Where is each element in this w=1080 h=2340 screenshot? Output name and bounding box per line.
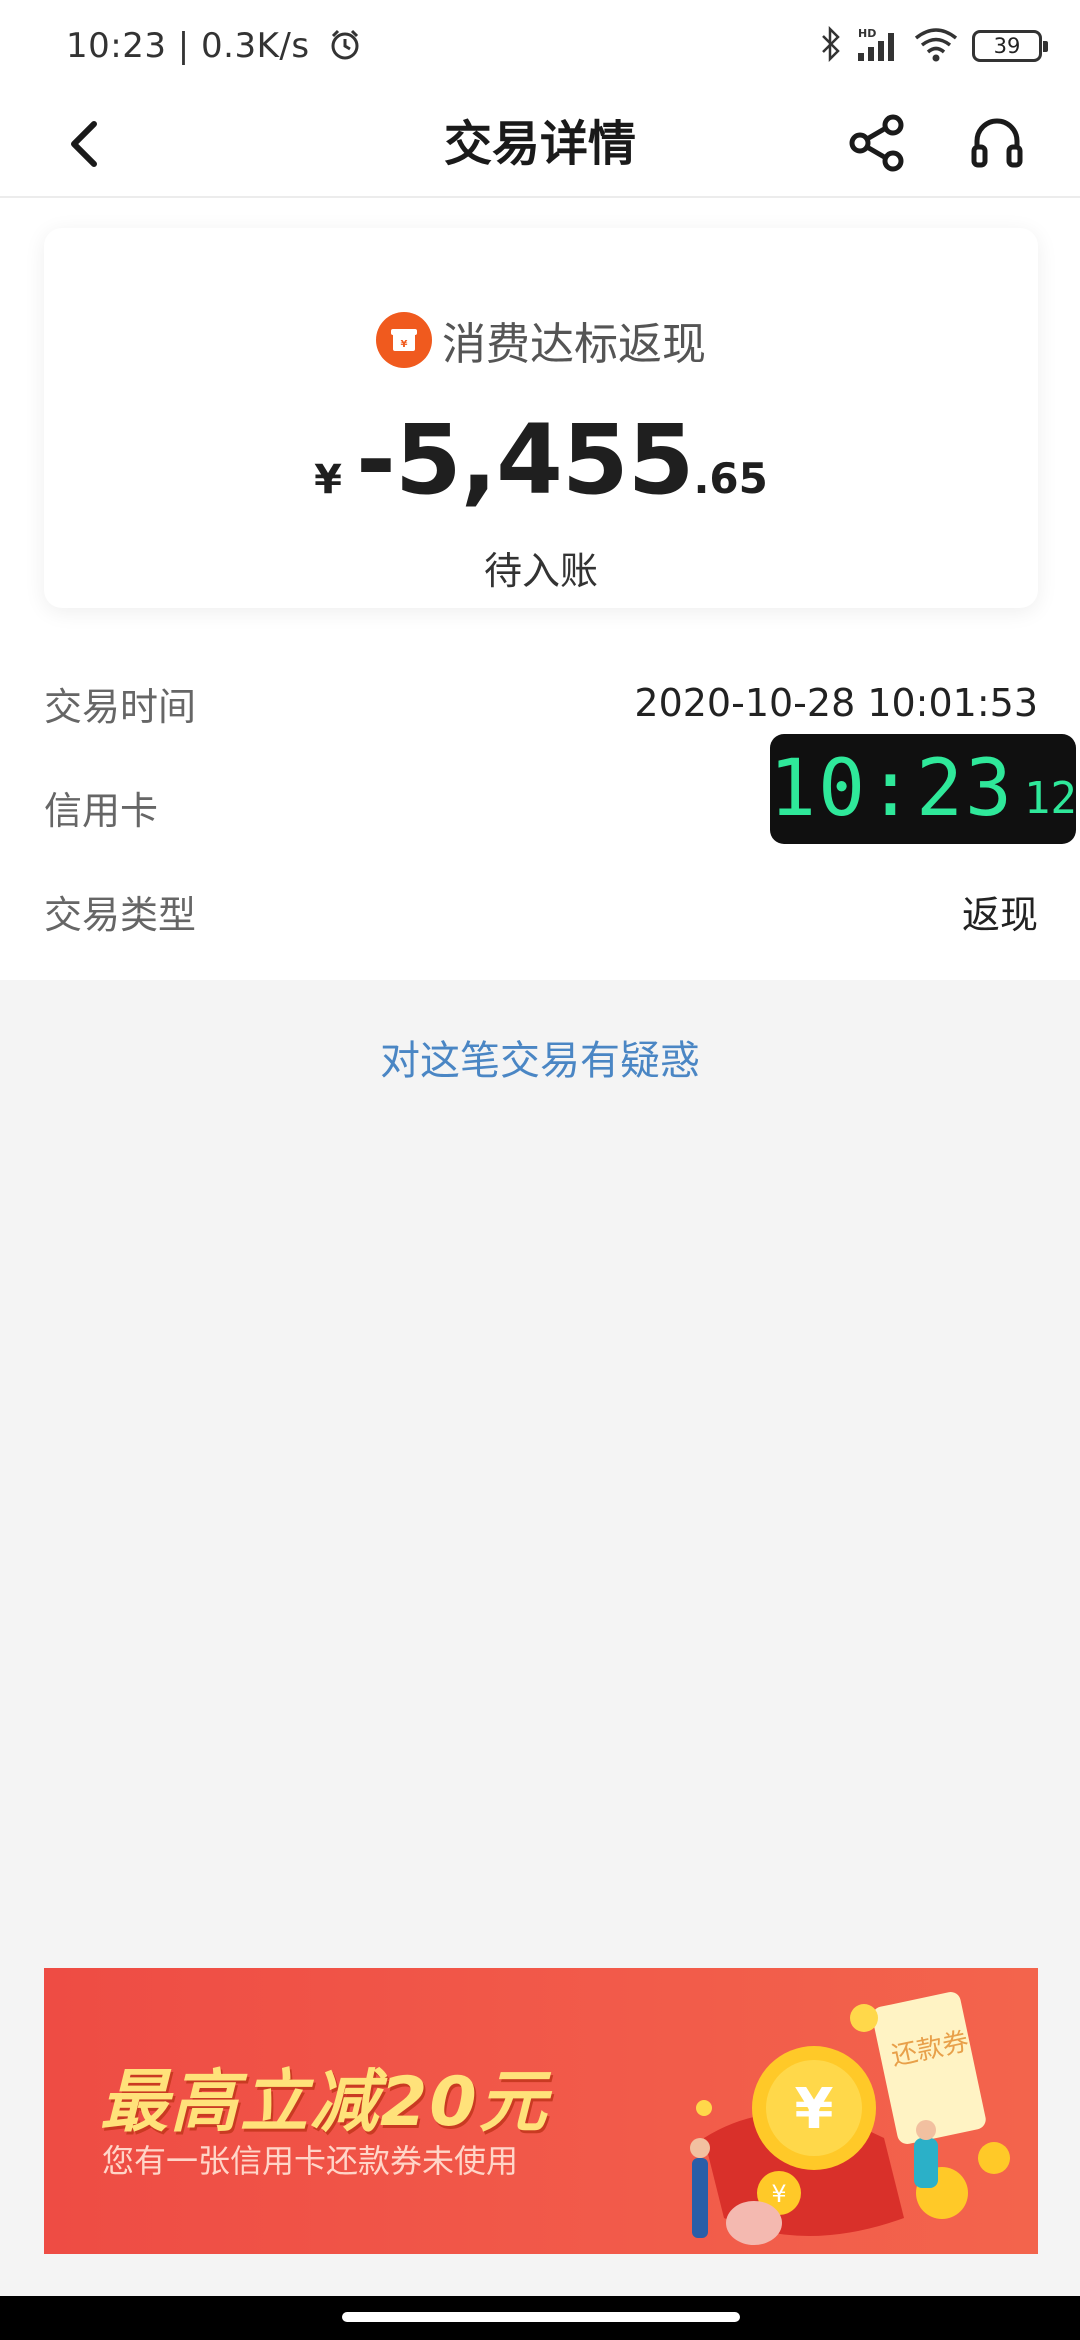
detail-label: 交易类型: [44, 892, 197, 937]
currency-symbol: ¥: [314, 457, 342, 503]
promo-illustration: 还款券 ¥ ¥: [690, 1992, 1010, 2245]
wifi-icon: [914, 26, 958, 66]
clock-time: 10:23: [769, 744, 1014, 834]
promo-title: 最高立减20元: [100, 2063, 549, 2142]
page-title: 交易详情: [443, 116, 636, 172]
category-row: ¥ 消费达标返现: [44, 310, 1038, 370]
home-indicator[interactable]: [342, 2312, 740, 2322]
svg-text:¥: ¥: [401, 339, 408, 350]
status-icons: HD 39: [331, 25, 1048, 67]
headphones-icon: [971, 118, 1023, 168]
svg-text:¥: ¥: [771, 2180, 786, 2208]
transaction-content: ¥ 消费达标返现 ¥ -5,455 .65 待入账 交易时间 2020-10-2…: [0, 198, 1080, 980]
detail-value: 返现: [961, 892, 1038, 937]
signal-icon: HD: [856, 25, 900, 67]
summary-card: ¥ 消费达标返现 ¥ -5,455 .65 待入账: [44, 228, 1038, 608]
category-label: 消费达标返现: [442, 319, 706, 370]
floating-clock[interactable]: 10:23 12: [769, 734, 1077, 844]
svg-text:¥: ¥: [795, 2077, 834, 2142]
share-icon: [849, 114, 904, 172]
customer-service-button[interactable]: [962, 108, 1032, 178]
amount-decimal: .65: [693, 454, 768, 503]
battery-indicator: 39: [972, 30, 1048, 62]
alarm-icon: [328, 28, 362, 66]
amount-integer: -5,455: [355, 404, 694, 516]
clock-seconds: 12: [1023, 773, 1077, 824]
svg-text:HD: HD: [858, 27, 876, 40]
header: 交易详情: [0, 90, 1080, 198]
detail-row-type: 交易类型 返现: [44, 876, 1038, 946]
status-label: 待入账: [483, 549, 598, 593]
promo-banner[interactable]: 最高立减20元 您有一张信用卡还款券未使用 还款券 ¥ ¥: [44, 1968, 1038, 2254]
system-nav-bar: [0, 2296, 1080, 2340]
bluetooth-icon: [820, 25, 842, 66]
share-button[interactable]: [842, 108, 912, 178]
detail-row-time: 交易时间 2020-10-28 10:01:53: [44, 668, 1038, 738]
rebate-icon: ¥: [376, 312, 432, 368]
dispute-link[interactable]: 对这笔交易有疑惑: [0, 1028, 1080, 1086]
status-bar: 10:23 | 0.3K/s HD 39: [0, 0, 1080, 90]
status-time: 10:23 | 0.3K/s: [66, 26, 310, 66]
detail-value: 2020-10-28 10:01:53: [634, 681, 1038, 725]
amount: ¥ -5,455 .65: [44, 404, 1038, 516]
promo-subtitle: 您有一张信用卡还款券未使用: [102, 2142, 519, 2180]
detail-label: 信用卡: [44, 788, 159, 833]
detail-label: 交易时间: [44, 684, 197, 729]
